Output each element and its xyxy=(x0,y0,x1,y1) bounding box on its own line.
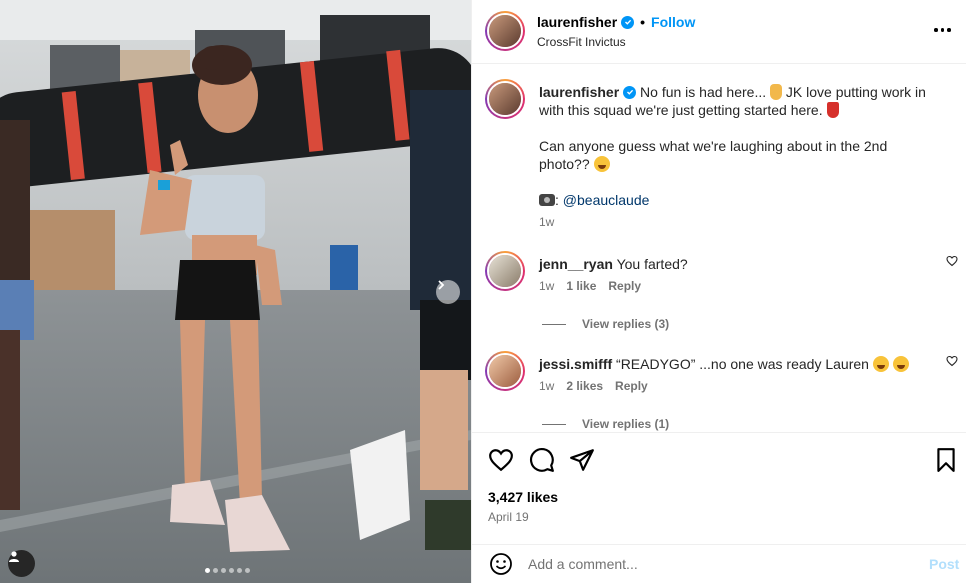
comment-meta: 1w 1 like Reply xyxy=(539,279,641,293)
post-comment-button[interactable]: Post xyxy=(929,556,959,572)
reply-button[interactable]: Reply xyxy=(615,379,648,393)
post-caption: laurenfisher No fun is had here... JK lo… xyxy=(539,83,939,231)
post-actions: 3,427 likes April 19 xyxy=(472,432,966,544)
comment-likes[interactable]: 1 like xyxy=(566,279,596,293)
post-media[interactable] xyxy=(0,0,471,583)
comment-heart-icon[interactable] xyxy=(946,255,958,267)
caption-text-2: Can anyone guess what we're laughing abo… xyxy=(539,138,888,172)
comment-icon[interactable] xyxy=(529,447,555,473)
view-replies-button[interactable]: View replies (1) xyxy=(542,417,669,431)
reply-button[interactable]: Reply xyxy=(608,279,641,293)
caption-username[interactable]: laurenfisher xyxy=(539,83,637,101)
view-replies-button[interactable]: View replies (3) xyxy=(542,317,669,331)
user-tag-icon xyxy=(9,551,19,562)
comment-input[interactable] xyxy=(528,553,908,575)
dancer-emoji xyxy=(826,102,839,118)
author-avatar[interactable] xyxy=(485,11,525,51)
verified-badge-icon xyxy=(621,15,635,29)
heart-icon[interactable] xyxy=(488,447,514,473)
carousel-dots xyxy=(205,568,250,573)
victory-hand-emoji xyxy=(770,84,782,100)
emoji-icon[interactable] xyxy=(489,552,513,576)
post-side-panel: laurenfisher • Follow CrossFit Invictus … xyxy=(471,0,966,583)
gym-photo xyxy=(0,0,471,583)
grinning-emoji xyxy=(593,156,610,172)
comment-meta: 1w 2 likes Reply xyxy=(539,379,648,393)
comment-username[interactable]: jenn__ryan xyxy=(539,256,613,272)
follow-button[interactable]: Follow xyxy=(651,14,695,30)
comment-time: 1w xyxy=(539,279,555,293)
more-options-icon[interactable] xyxy=(934,28,951,32)
comment-heart-icon[interactable] xyxy=(946,355,958,367)
user-tag-button[interactable] xyxy=(8,550,35,577)
likes-count[interactable]: 3,427 likes xyxy=(488,489,558,505)
carousel-dot xyxy=(229,568,234,573)
caption-time: 1w xyxy=(539,215,555,229)
author-row: laurenfisher • Follow xyxy=(537,14,695,30)
comment-likes[interactable]: 2 likes xyxy=(566,379,603,393)
comment-time: 1w xyxy=(539,379,555,393)
author-username[interactable]: laurenfisher xyxy=(537,14,617,30)
bookmark-icon[interactable] xyxy=(933,447,959,473)
camera-emoji xyxy=(539,194,555,206)
comments-section[interactable]: laurenfisher No fun is had here... JK lo… xyxy=(472,65,966,432)
post-date: April 19 xyxy=(488,510,529,524)
rofl-emoji xyxy=(892,356,909,372)
view-replies-label: View replies (3) xyxy=(582,317,670,331)
carousel-dot xyxy=(213,568,218,573)
chevron-right-icon xyxy=(438,280,445,290)
comment-text: You farted? xyxy=(616,256,688,272)
comment-composer: Post xyxy=(472,544,966,583)
verified-badge-icon xyxy=(623,85,637,99)
carousel-dot xyxy=(205,568,210,573)
share-icon[interactable] xyxy=(569,447,595,473)
commenter-avatar[interactable] xyxy=(485,251,525,291)
comment-username[interactable]: jessi.smifff xyxy=(539,356,612,372)
carousel-dot xyxy=(221,568,226,573)
view-replies-label: View replies (1) xyxy=(582,417,670,431)
separator-dot: • xyxy=(640,14,646,30)
photographer-mention[interactable]: @beauclaude xyxy=(563,192,650,208)
commenter-avatar[interactable] xyxy=(485,351,525,391)
carousel-dot xyxy=(237,568,242,573)
post-header: laurenfisher • Follow CrossFit Invictus xyxy=(472,0,966,64)
comment-text: “READYGO” ...no one was ready Lauren xyxy=(616,356,873,372)
carousel-next-button[interactable] xyxy=(436,280,460,304)
carousel-dot xyxy=(245,568,250,573)
credit-prefix: : xyxy=(555,192,563,208)
caption-avatar[interactable] xyxy=(485,79,525,119)
caption-text-1: No fun is had here... xyxy=(640,84,770,100)
post-location[interactable]: CrossFit Invictus xyxy=(537,35,626,49)
rofl-emoji xyxy=(872,356,889,372)
